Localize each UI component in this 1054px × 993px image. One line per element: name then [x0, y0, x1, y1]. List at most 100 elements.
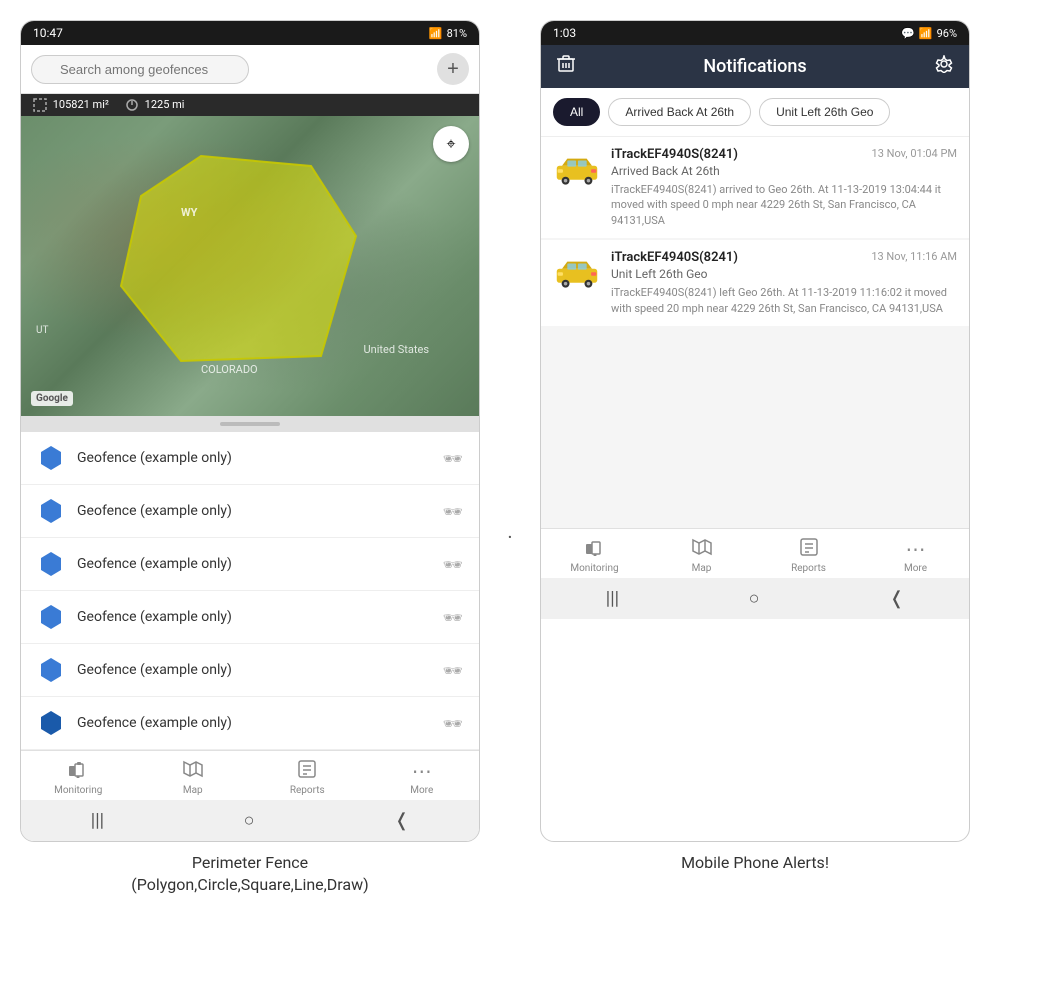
notification-item[interactable]: iTrackEF4940S(8241) 13 Nov, 01:04 PM Arr… — [541, 137, 969, 238]
battery-indicator: 81% — [447, 27, 467, 40]
geofence-item-name: Geofence (example only) — [77, 450, 431, 466]
visibility-toggle-icon[interactable]: 🕶 — [443, 661, 463, 680]
wifi-icon-right: 📶 — [919, 27, 933, 40]
search-wrapper: 🔍 — [31, 55, 429, 84]
geofence-item-name: Geofence (example only) — [77, 556, 431, 572]
list-item[interactable]: Geofence (example only) 🕶 — [21, 485, 479, 538]
more-icon: ⋯ — [412, 759, 432, 783]
scroll-indicator — [21, 416, 479, 432]
map-label-ut: UT — [36, 325, 48, 336]
visibility-toggle-icon[interactable]: 🕶 — [443, 714, 463, 733]
left-phone: 10:47 📶 81% 🔍 + 105821 mi² 1225 mi — [20, 20, 480, 842]
caption-spacer — [500, 852, 520, 897]
add-geofence-button[interactable]: + — [437, 53, 469, 85]
filter-tab-left[interactable]: Unit Left 26th Geo — [759, 98, 890, 126]
notif-event-type: Unit Left 26th Geo — [611, 267, 957, 281]
right-bottom-nav: Monitoring Map Reports ⋯ More — [541, 528, 969, 578]
map-icon — [182, 759, 204, 783]
search-input[interactable] — [31, 55, 249, 84]
android-home-icon-right[interactable]: ○ — [749, 588, 760, 609]
list-item[interactable]: Geofence (example only) 🕶 — [21, 591, 479, 644]
geofence-item-name: Geofence (example only) — [77, 662, 431, 678]
notification-list: iTrackEF4940S(8241) 13 Nov, 01:04 PM Arr… — [541, 137, 969, 528]
list-item[interactable]: Geofence (example only) 🕶 — [21, 538, 479, 591]
filter-tab-all[interactable]: All — [553, 98, 600, 126]
nav-more-right[interactable]: ⋯ More — [886, 537, 946, 574]
monitoring-icon-right — [584, 537, 606, 561]
list-item[interactable]: Geofence (example only) 🕶 — [21, 644, 479, 697]
reports-icon-right — [798, 537, 820, 561]
bottom-nav: Monitoring Map Reports ⋯ More — [21, 750, 479, 800]
map-label-colorado: COLORADO — [201, 363, 258, 376]
delete-icon[interactable] — [557, 55, 575, 78]
right-phone: 1:03 💬 📶 96% Notifications All Arrived B… — [540, 20, 970, 842]
notif-body-text: iTrackEF4940S(8241) arrived to Geo 26th.… — [611, 182, 957, 228]
visibility-toggle-icon[interactable]: 🕶 — [443, 449, 463, 468]
filter-tabs: All Arrived Back At 26th Unit Left 26th … — [541, 88, 969, 137]
right-status-bar: 1:03 💬 📶 96% — [541, 21, 969, 45]
more-icon-right: ⋯ — [906, 537, 926, 561]
android-recent-icon[interactable]: ||| — [91, 810, 104, 831]
reports-icon — [296, 759, 318, 783]
notif-timestamp: 13 Nov, 01:04 PM — [872, 147, 957, 160]
geofence-shape-icon — [37, 444, 65, 472]
right-caption: Mobile Phone Alerts! — [681, 853, 829, 872]
filter-tab-arrived[interactable]: Arrived Back At 26th — [608, 98, 751, 126]
nav-monitoring-right[interactable]: Monitoring — [565, 537, 625, 574]
area-stat: 105821 mi² — [33, 98, 109, 112]
settings-icon[interactable] — [935, 55, 953, 78]
captions: Perimeter Fence(Polygon,Circle,Square,Li… — [0, 842, 1054, 897]
scroll-pill — [220, 422, 280, 426]
list-item[interactable]: Geofence (example only) 🕶 — [21, 432, 479, 485]
monitoring-label-right: Monitoring — [570, 563, 618, 574]
stats-row: 105821 mi² 1225 mi — [21, 94, 479, 116]
android-back-icon[interactable]: ❬ — [394, 810, 409, 831]
geofence-list: Geofence (example only) 🕶 Geofence (exam… — [21, 432, 479, 750]
list-item[interactable]: Geofence (example only) 🕶 — [21, 697, 479, 750]
notif-top-row: iTrackEF4940S(8241) 13 Nov, 11:16 AM — [611, 250, 957, 265]
android-back-icon-right[interactable]: ❬ — [889, 588, 904, 609]
compass-button[interactable]: ⌖ — [433, 126, 469, 162]
nav-monitoring[interactable]: Monitoring — [48, 759, 108, 796]
notification-item[interactable]: iTrackEF4940S(8241) 13 Nov, 11:16 AM Uni… — [541, 240, 969, 326]
visibility-toggle-icon[interactable]: 🕶 — [443, 608, 463, 627]
notif-event-type: Arrived Back At 26th — [611, 164, 957, 178]
nav-map-right[interactable]: Map — [672, 537, 732, 574]
left-status-bar: 10:47 📶 81% — [21, 21, 479, 45]
notif-top-row: iTrackEF4940S(8241) 13 Nov, 01:04 PM — [611, 147, 957, 162]
nav-more[interactable]: ⋯ More — [392, 759, 452, 796]
nav-map[interactable]: Map — [163, 759, 223, 796]
caption-right: Mobile Phone Alerts! — [540, 852, 970, 897]
android-recent-icon-right[interactable]: ||| — [606, 588, 619, 609]
device-name: iTrackEF4940S(8241) — [611, 250, 738, 265]
geofence-item-name: Geofence (example only) — [77, 503, 431, 519]
notifications-title: Notifications — [587, 56, 923, 77]
google-logo: Google — [31, 391, 73, 406]
reports-label-right: Reports — [791, 563, 826, 574]
geofence-shape-icon — [37, 497, 65, 525]
notification-content: iTrackEF4940S(8241) 13 Nov, 11:16 AM Uni… — [611, 250, 957, 316]
geofence-shape-icon — [37, 550, 65, 578]
map-icon-right — [691, 537, 713, 561]
wifi-icon: 📶 — [429, 27, 443, 40]
geofence-shape-icon — [37, 709, 65, 737]
geofence-shape-icon — [37, 656, 65, 684]
visibility-toggle-icon[interactable]: 🕶 — [443, 555, 463, 574]
car-avatar — [553, 147, 601, 195]
geofence-item-name: Geofence (example only) — [77, 715, 431, 731]
empty-space — [541, 328, 969, 528]
android-home-icon[interactable]: ○ — [244, 810, 255, 831]
nav-reports-right[interactable]: Reports — [779, 537, 839, 574]
nav-reports[interactable]: Reports — [277, 759, 337, 796]
notifications-header: Notifications — [541, 45, 969, 88]
monitoring-label: Monitoring — [54, 785, 102, 796]
left-time: 10:47 — [33, 26, 63, 40]
notif-timestamp: 13 Nov, 11:16 AM — [871, 250, 957, 263]
visibility-toggle-icon[interactable]: 🕶 — [443, 502, 463, 521]
notification-content: iTrackEF4940S(8241) 13 Nov, 01:04 PM Arr… — [611, 147, 957, 228]
map-area[interactable]: WY United States COLORADO UT ⌖ Google — [21, 116, 479, 416]
right-time: 1:03 — [553, 26, 576, 40]
monitoring-icon — [67, 759, 89, 783]
caption-left: Perimeter Fence(Polygon,Circle,Square,Li… — [20, 852, 480, 897]
more-label: More — [410, 785, 433, 796]
